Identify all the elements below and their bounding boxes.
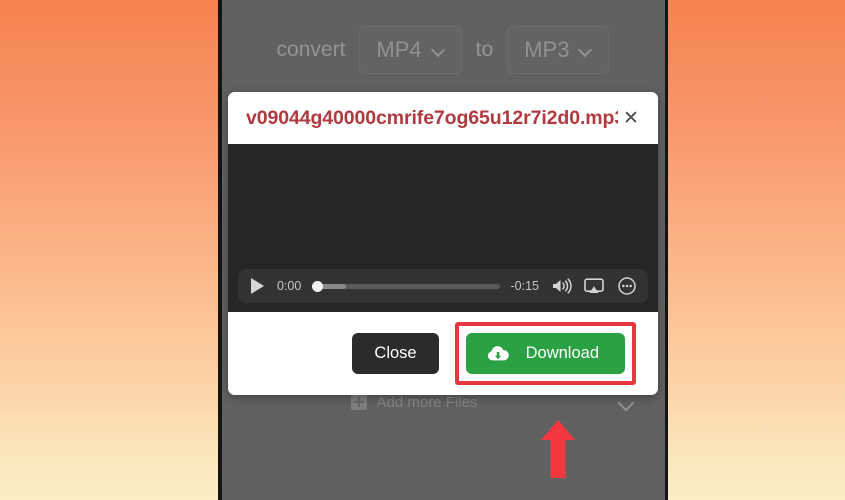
modal-file-title: v09044g40000cmrife7og65u12r7i2d0.mp3 [246, 106, 618, 129]
progress-scrubber[interactable] [312, 280, 500, 292]
cancel-button[interactable]: Close [352, 333, 439, 374]
play-icon[interactable] [248, 277, 266, 295]
modal-header: v09044g40000cmrife7og65u12r7i2d0.mp3 ✕ [228, 92, 658, 144]
airplay-icon[interactable] [583, 276, 605, 296]
arrow-up-icon [537, 418, 579, 480]
cloud-download-icon [486, 345, 510, 363]
progress-knob[interactable] [312, 280, 324, 292]
modal-footer: Close Download [228, 312, 658, 395]
media-preview-area: 0:00 -0:15 [228, 144, 658, 312]
more-options-icon[interactable] [616, 276, 638, 296]
download-button[interactable]: Download [465, 333, 625, 374]
download-label: Download [525, 344, 599, 362]
download-modal: v09044g40000cmrife7og65u12r7i2d0.mp3 ✕ 0… [228, 92, 658, 395]
volume-icon[interactable] [550, 276, 572, 296]
audio-player-controls: 0:00 -0:15 [238, 269, 648, 303]
remaining-time-label: -0:15 [510, 279, 540, 293]
download-highlight-box: Download [454, 322, 636, 385]
close-icon[interactable]: ✕ [618, 105, 644, 131]
current-time-label: 0:00 [277, 279, 302, 293]
